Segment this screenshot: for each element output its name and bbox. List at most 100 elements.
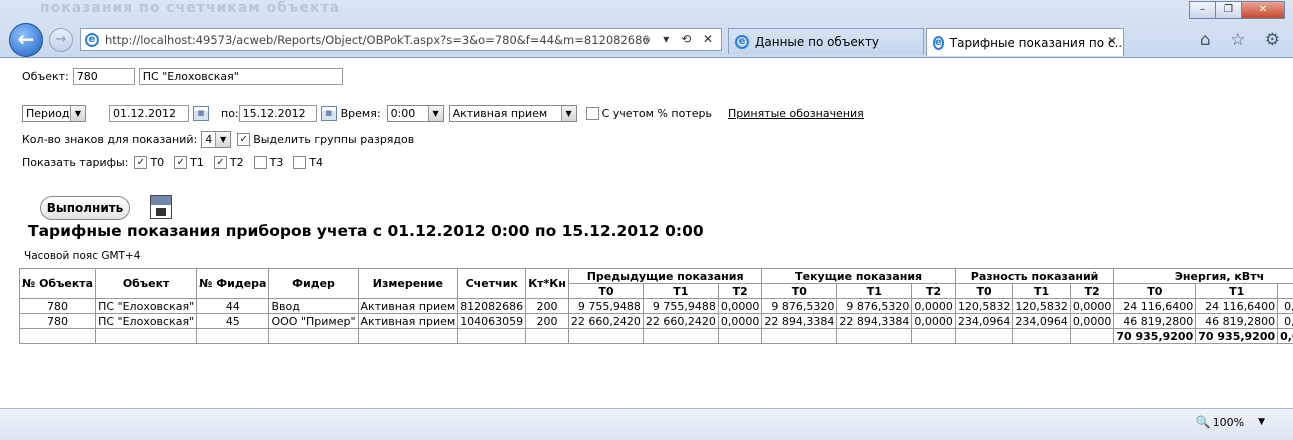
forward-button[interactable]: → xyxy=(49,28,73,52)
cell-energy-t1: 46 819,2800 xyxy=(1195,313,1279,329)
cell-feeder: ООО "Пример" xyxy=(268,313,359,329)
time-select[interactable]: 0:00 ▼ xyxy=(386,105,444,122)
tab-object-data[interactable]: e Данные по объекту xyxy=(728,28,924,54)
losses-label: С учетом % потерь xyxy=(601,107,712,120)
cell-prev-t2: 0,0000 xyxy=(717,313,763,329)
ie-tab-icon: e xyxy=(735,34,749,49)
object-row: Объект: 780 ПС "Елоховская" xyxy=(22,68,343,85)
header-curr: Текущие показания xyxy=(761,268,956,284)
tariff-t0-checkbox[interactable]: ✓ xyxy=(134,156,148,169)
header-meter: Счетчик xyxy=(457,268,527,299)
cell-empty xyxy=(357,328,459,344)
tariff-t2-label: T2 xyxy=(229,156,244,169)
losses-checkbox[interactable] xyxy=(585,107,599,120)
cell-empty xyxy=(457,328,527,344)
tariff-t1-label: T1 xyxy=(190,156,204,169)
total-energy-t2: 0,0000 xyxy=(1277,328,1293,344)
group-digits-checkbox[interactable]: ✓ xyxy=(237,133,251,146)
toolbar-icons[interactable]: ⌂ ☆ ⚙ xyxy=(1200,30,1287,50)
close-tab-icon[interactable]: ✕ xyxy=(1107,34,1117,48)
maximize-button[interactable]: ❐ xyxy=(1215,1,1242,19)
cell-diff-t1: 234,0964 xyxy=(1012,313,1071,329)
header-ktkn: Кт*Кн xyxy=(525,268,569,299)
calendar-icon[interactable]: ▦ xyxy=(193,106,209,121)
address-bar[interactable]: e http://localhost:49573/acweb/Reports/O… xyxy=(80,28,722,51)
legend-link[interactable]: Принятые обозначения xyxy=(728,107,864,120)
date-to-field[interactable]: 15.12.2012 xyxy=(238,105,317,122)
cell-energy-t0: 24 116,6400 xyxy=(1113,298,1197,314)
cell-object-no: 780 xyxy=(18,313,97,329)
cell-empty xyxy=(717,328,763,344)
header-prev-t2: T2 xyxy=(717,283,763,299)
tariff-t4-label: T4 xyxy=(309,156,324,169)
cell-energy-t0: 46 819,2800 xyxy=(1113,313,1197,329)
tariff-t0-label: T0 xyxy=(150,156,165,169)
cell-measure: Активная прием xyxy=(357,313,459,329)
report-table: № Объекта Объект № Фидера Фидер Измерени… xyxy=(18,268,1293,344)
digits-label: Кол-во знаков для показаний: xyxy=(22,133,198,146)
object-name-field[interactable]: ПС "Елоховская" xyxy=(138,68,343,85)
cell-meter: 104063059 xyxy=(457,313,527,329)
tariff-t4-checkbox[interactable] xyxy=(293,156,307,169)
tab-label: Данные по объекту xyxy=(755,34,880,49)
chevron-down-icon: ▼ xyxy=(70,106,85,121)
cell-diff-t1: 120,5832 xyxy=(1012,298,1071,314)
window-controls: – ❐ ✕ xyxy=(1189,1,1285,19)
tariff-t3-checkbox[interactable] xyxy=(253,156,267,169)
ie-tab-icon: e xyxy=(933,35,944,50)
digits-select[interactable]: 4 ▼ xyxy=(201,131,232,148)
chevron-down-icon: ▼ xyxy=(427,106,443,121)
cell-empty xyxy=(18,328,97,344)
tariff-t1-checkbox[interactable]: ✓ xyxy=(174,156,188,169)
address-url[interactable]: http://localhost:49573/acweb/Reports/Obj… xyxy=(105,33,650,47)
cell-meter: 812082686 xyxy=(457,298,527,314)
object-label: Объект: xyxy=(22,70,69,83)
header-object-no: № Объекта xyxy=(18,268,97,299)
header-diff: Разность показаний xyxy=(954,268,1115,284)
close-window-button[interactable]: ✕ xyxy=(1241,1,1285,19)
date-to-label: по: xyxy=(221,107,239,120)
cell-empty xyxy=(911,328,956,344)
report-title: Тарифные показания приборов учета с 01.1… xyxy=(28,222,704,240)
zoom-control[interactable]: 🔍 100% ▼ xyxy=(1196,415,1265,429)
minimize-button[interactable]: – xyxy=(1189,1,1216,19)
cell-diff-t2: 0,0000 xyxy=(1069,298,1115,314)
period-select[interactable]: Период ▼ xyxy=(22,105,86,122)
calendar-icon[interactable]: ▦ xyxy=(320,106,337,121)
tariff-t3-label: T3 xyxy=(269,156,284,169)
group-digits-label: Выделить группы разрядов xyxy=(253,133,415,146)
header-curr-t2: T2 xyxy=(911,283,956,299)
date-from-field[interactable]: 01.12.2012 xyxy=(109,105,189,122)
cell-energy-t2: 0,0000 xyxy=(1277,298,1293,314)
cell-empty xyxy=(836,328,913,344)
table-row: 780 ПС "Елоховская" 45 ООО "Пример" Акти… xyxy=(18,313,1293,329)
cell-empty xyxy=(761,328,838,344)
period-select-value: Период xyxy=(26,107,70,120)
chevron-down-icon[interactable]: ▼ xyxy=(1258,417,1265,427)
tab-tariff-readings[interactable]: e Тарифные показания по с... ✕ xyxy=(926,28,1124,56)
execute-button[interactable]: Выполнить xyxy=(40,196,130,220)
cell-ktkn: 200 xyxy=(525,313,569,329)
cell-energy-t1: 24 116,6400 xyxy=(1195,298,1279,314)
header-feeder-no: № Фидера xyxy=(196,268,270,299)
measure-select[interactable]: Активная прием ▼ xyxy=(448,105,577,122)
cell-measure: Активная прием xyxy=(357,298,459,314)
object-id-field[interactable]: 780 xyxy=(72,68,135,85)
header-diff-t0: T0 xyxy=(954,283,1014,299)
address-tools-icons[interactable]: ⌕ ▾ ⟲ ✕ xyxy=(645,32,717,47)
zoom-icon: 🔍 xyxy=(1195,415,1211,429)
save-icon[interactable] xyxy=(150,195,172,219)
tariff-t2-checkbox[interactable]: ✓ xyxy=(213,156,227,169)
header-measure: Измерение xyxy=(357,268,459,299)
cell-curr-t2: 0,0000 xyxy=(911,298,956,314)
time-label: Время: xyxy=(340,107,381,120)
header-energy-t2: T2 xyxy=(1277,283,1293,299)
totals-row: 70 935,9200 70 935,9200 0,0000 xyxy=(18,328,1293,344)
tab-label: Тарифные показания по с... xyxy=(949,35,1124,50)
tariffs-row: Показать тарифы: ✓ T0 ✓ T1 ✓ T2 T3 T4 xyxy=(22,156,323,169)
table-row: 780 ПС "Елоховская" 44 Ввод Активная при… xyxy=(18,298,1293,314)
cell-feeder-no: 45 xyxy=(196,313,270,329)
cell-energy-t2: 0,0000 xyxy=(1277,313,1293,329)
back-button[interactable]: ← xyxy=(9,23,43,57)
page-content: Объект: 780 ПС "Елоховская" Период ▼ 01.… xyxy=(0,59,1293,408)
